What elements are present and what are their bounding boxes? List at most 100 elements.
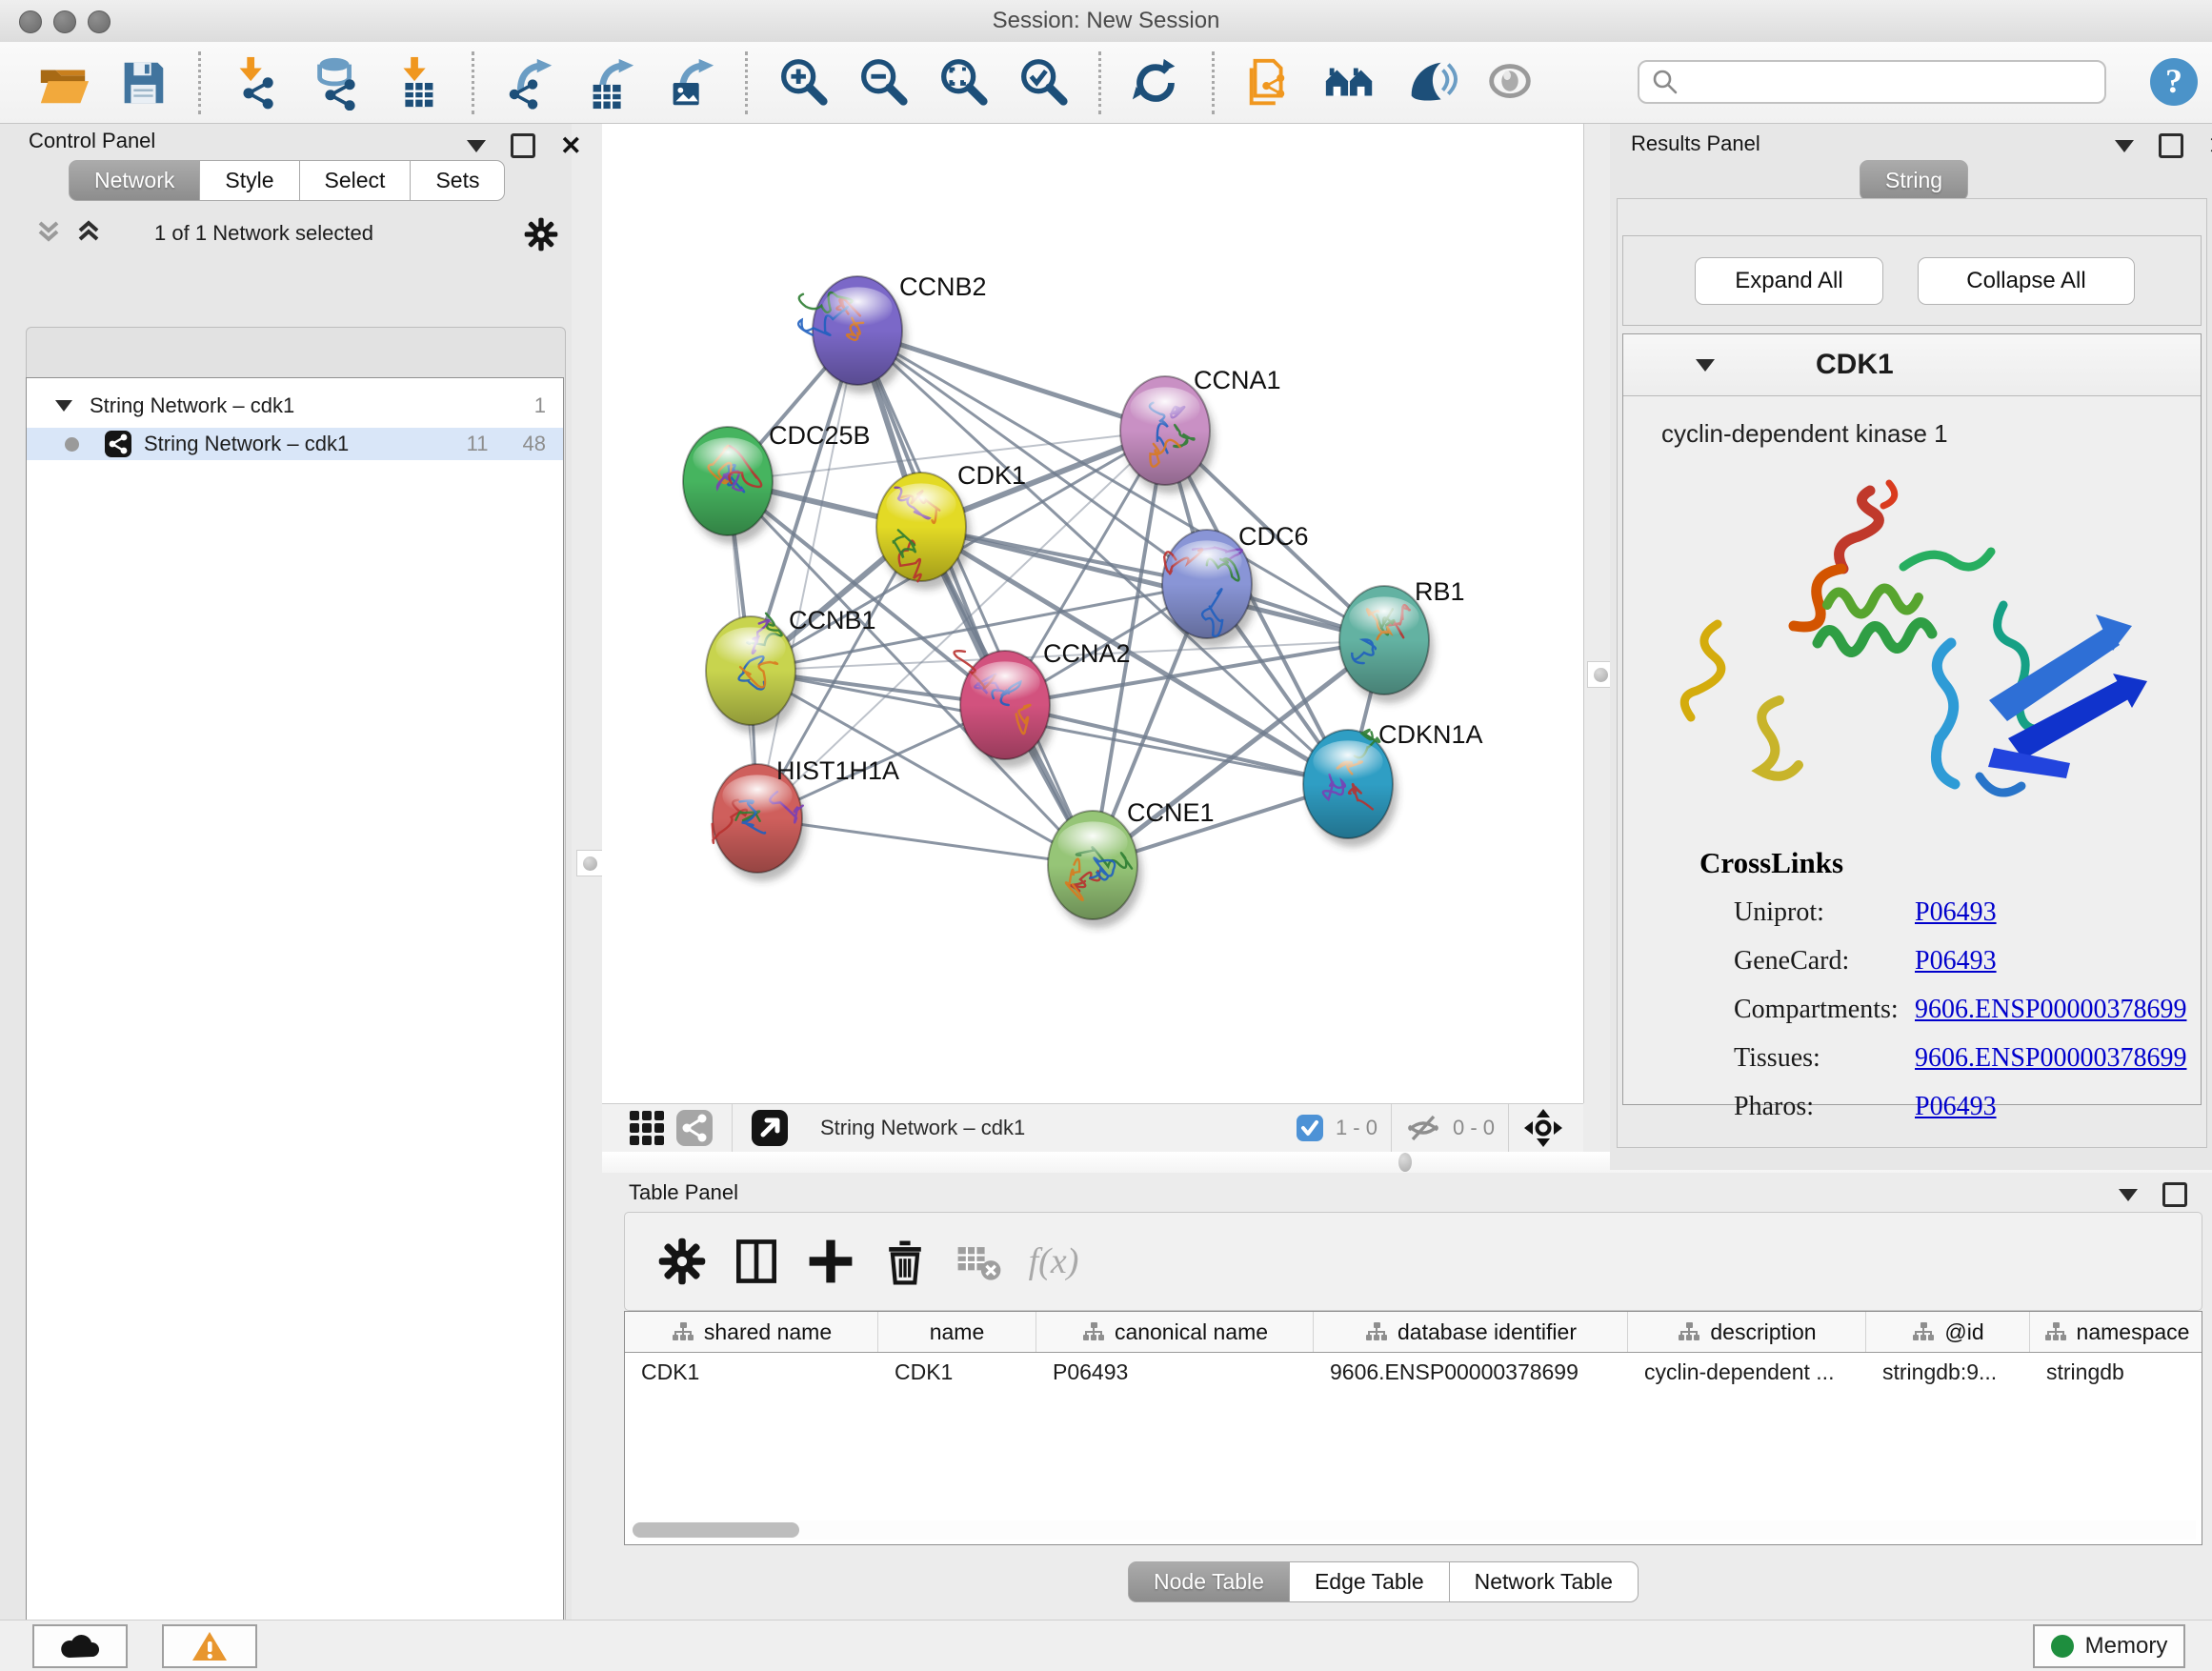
warning-status-button[interactable] — [162, 1624, 257, 1668]
edge-ccna2-cdkn1a[interactable] — [1005, 705, 1348, 784]
zoom-selected-icon[interactable] — [1016, 53, 1071, 112]
node-ccne1[interactable]: CCNE1 — [1048, 798, 1215, 928]
export-network-icon[interactable] — [502, 53, 557, 112]
columns-icon[interactable] — [726, 1231, 787, 1292]
gene-card-header[interactable]: CDK1 — [1623, 334, 2201, 396]
clone-network-icon[interactable] — [1242, 53, 1297, 112]
network-collection-row[interactable]: String Network – cdk1 1 — [27, 378, 563, 422]
trash-icon[interactable] — [875, 1231, 935, 1292]
gene-name: CDK1 — [1816, 349, 1894, 381]
home-panel-icon[interactable] — [1322, 53, 1377, 112]
table-cell[interactable]: stringdb:9... — [1866, 1359, 2030, 1385]
table-horizontal-scrollbar[interactable] — [631, 1520, 2196, 1540]
node-hist1h1a[interactable]: HIST1H1A — [713, 756, 899, 881]
control-tab-network[interactable]: Network — [69, 160, 200, 201]
cloud-status-button[interactable] — [32, 1624, 128, 1668]
gear-icon[interactable] — [652, 1231, 713, 1292]
node-ccna1[interactable]: CCNA1 — [1120, 366, 1281, 493]
expand-all-button[interactable]: Expand All — [1695, 257, 1883, 305]
tab-edge-table[interactable]: Edge Table — [1290, 1561, 1450, 1602]
node-count: 11 — [467, 432, 489, 456]
import-network-file-icon[interactable] — [229, 53, 284, 112]
tab-network-table[interactable]: Network Table — [1450, 1561, 1639, 1602]
column-header-description[interactable]: description — [1628, 1312, 1866, 1352]
tab-node-table[interactable]: Node Table — [1128, 1561, 1290, 1602]
column-header-namespace[interactable]: namespace — [2030, 1312, 2202, 1352]
control-tab-sets[interactable]: Sets — [411, 160, 505, 201]
float-table-panel-icon[interactable] — [2162, 1182, 2187, 1207]
node-cdc25b[interactable]: CDC25B — [683, 421, 871, 544]
open-session-icon[interactable] — [35, 53, 90, 112]
search-field[interactable] — [1638, 60, 2106, 104]
column-header-name[interactable]: name — [878, 1312, 1036, 1352]
close-panel-icon[interactable]: ✕ — [560, 136, 582, 155]
node-ccnb1[interactable]: CCNB1 — [706, 606, 876, 734]
share-view-icon[interactable] — [671, 1097, 718, 1158]
show-panel-icon[interactable] — [1482, 53, 1538, 112]
table-row[interactable]: CDK1CDK1P064939606.ENSP00000378699cyclin… — [625, 1353, 2202, 1391]
crosslink-link[interactable]: P06493 — [1915, 946, 1997, 976]
delete-table-icon[interactable] — [949, 1231, 1010, 1292]
refresh-view-icon[interactable] — [1129, 53, 1184, 112]
import-table-file-icon[interactable] — [389, 53, 444, 112]
protein-structure-image — [1665, 462, 2201, 840]
scrollbar-thumb[interactable] — [633, 1522, 799, 1538]
table-cell[interactable]: stringdb — [2030, 1359, 2202, 1385]
column-header-canonical-name[interactable]: canonical name — [1036, 1312, 1314, 1352]
network-view-canvas[interactable]: CCNB2CCNA1CDC25BCDK1CDC6RB1CCNB1CCNA2CDK… — [602, 124, 1584, 1103]
network-row-selected[interactable]: String Network – cdk1 11 48 — [27, 428, 563, 460]
export-table-icon[interactable] — [582, 53, 637, 112]
control-tab-select[interactable]: Select — [300, 160, 412, 201]
table-cell[interactable]: P06493 — [1036, 1359, 1314, 1385]
left-splitter-handle[interactable] — [576, 850, 603, 876]
function-builder-icon[interactable]: f(x) — [1023, 1231, 1084, 1292]
collapse-results-icon[interactable] — [2115, 140, 2134, 152]
grid-view-icon[interactable] — [623, 1097, 671, 1158]
node-ccna2[interactable]: CCNA2 — [955, 639, 1131, 768]
import-network-database-icon[interactable] — [309, 53, 364, 112]
edge-hist1h1a-ccne1[interactable] — [757, 818, 1093, 865]
horizontal-splitter-handle[interactable] — [1398, 1153, 1412, 1172]
control-panel-tabs: NetworkStyleSelectSets — [69, 160, 505, 201]
node-cdc6[interactable]: CDC6 — [1162, 522, 1309, 647]
help-button[interactable]: ? — [2148, 56, 2200, 112]
node-cdkn1a[interactable]: CDKN1A — [1303, 720, 1483, 847]
float-panel-icon[interactable] — [511, 133, 535, 158]
results-tab-string[interactable]: String — [1860, 160, 1968, 201]
node-ccnb2[interactable]: CCNB2 — [798, 272, 986, 393]
selected-checkbox-icon[interactable] — [1296, 1114, 1324, 1142]
birdseye-view-icon[interactable] — [1522, 1107, 1564, 1149]
node-table[interactable]: shared namenamecanonical namedatabase id… — [624, 1311, 2202, 1545]
save-session-icon[interactable] — [115, 53, 171, 112]
gene-collapse-icon[interactable] — [1696, 359, 1715, 372]
column-header-database-identifier[interactable]: database identifier — [1314, 1312, 1628, 1352]
network-options-gear-icon[interactable] — [522, 215, 560, 258]
node-rb1[interactable]: RB1 — [1339, 577, 1465, 703]
column-header--id[interactable]: @id — [1866, 1312, 2030, 1352]
crosslink-link[interactable]: P06493 — [1915, 897, 1997, 928]
add-icon[interactable] — [800, 1231, 861, 1292]
open-in-new-window-icon[interactable] — [746, 1097, 794, 1158]
table-cell[interactable]: CDK1 — [625, 1359, 878, 1385]
control-tab-style[interactable]: Style — [200, 160, 299, 201]
table-cell[interactable]: CDK1 — [878, 1359, 1036, 1385]
search-input[interactable] — [1679, 69, 2093, 95]
float-results-icon[interactable] — [2159, 133, 2183, 158]
crosslink-link[interactable]: 9606.ENSP00000378699 — [1915, 995, 2186, 1025]
collapse-table-panel-icon[interactable] — [2119, 1189, 2138, 1201]
memory-button[interactable]: Memory — [2033, 1624, 2185, 1668]
collapse-panel-icon[interactable] — [467, 140, 486, 152]
crosslink-link[interactable]: 9606.ENSP00000378699 — [1915, 1043, 2186, 1074]
column-header-shared-name[interactable]: shared name — [625, 1312, 878, 1352]
export-image-icon[interactable] — [662, 53, 717, 112]
zoom-in-icon[interactable] — [775, 53, 831, 112]
table-cell[interactable]: 9606.ENSP00000378699 — [1314, 1359, 1628, 1385]
close-results-icon[interactable]: ✕ — [2208, 136, 2212, 155]
table-cell[interactable]: cyclin-dependent ... — [1628, 1359, 1866, 1385]
zoom-fit-icon[interactable] — [935, 53, 991, 112]
collapse-all-button[interactable]: Collapse All — [1918, 257, 2135, 305]
crosslink-link[interactable]: P06493 — [1915, 1092, 1997, 1122]
hide-panels-icon[interactable] — [1402, 53, 1458, 112]
tree-expand-icon[interactable] — [55, 400, 72, 412]
zoom-out-icon[interactable] — [855, 53, 911, 112]
